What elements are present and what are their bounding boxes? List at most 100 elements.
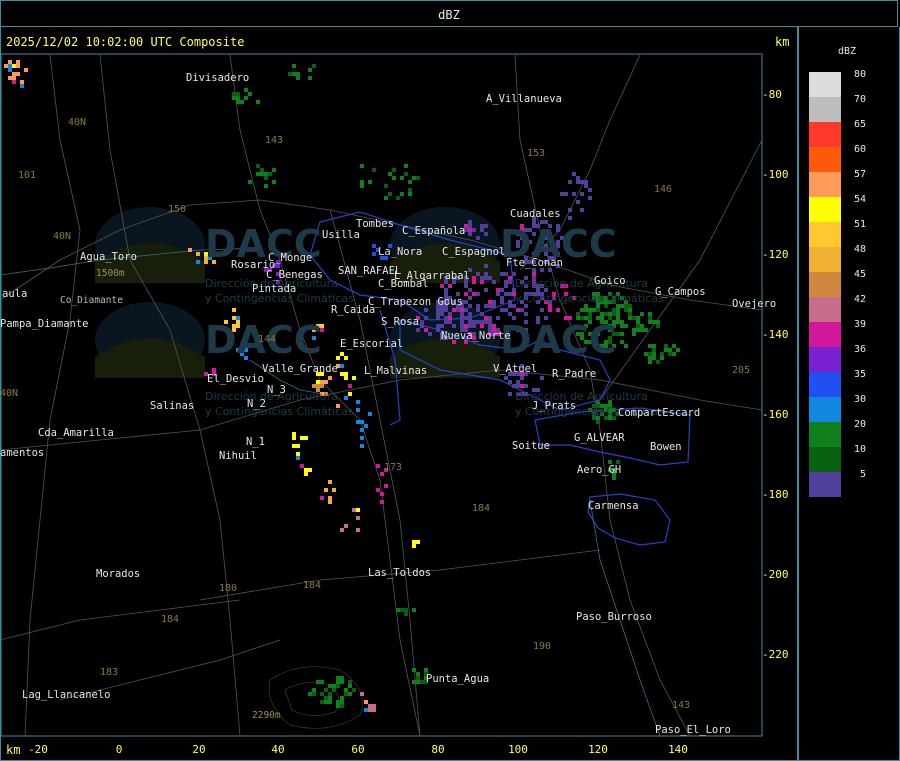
- legend-label: 35: [853, 369, 866, 380]
- echo-pixel: [508, 304, 512, 308]
- y-tick-label: -120: [762, 248, 789, 261]
- echo-pixel: [636, 328, 640, 332]
- echo-pixel: [648, 360, 652, 364]
- place-label: C_Bombal: [378, 278, 429, 290]
- legend-label: 54: [853, 194, 866, 205]
- echo-pixel: [612, 312, 616, 316]
- legend-label: 36: [853, 344, 866, 355]
- echo-pixel: [360, 164, 364, 168]
- echo-pixel: [472, 292, 476, 296]
- echo-pixel: [348, 692, 352, 696]
- echo-pixel: [328, 496, 332, 500]
- echo-pixel: [320, 384, 324, 388]
- echo-pixel: [488, 324, 492, 328]
- echo-pixel: [336, 700, 340, 704]
- place-label: Co_Diamante: [60, 295, 123, 306]
- echo-pixel: [8, 68, 12, 72]
- x-tick-label: 120: [588, 743, 608, 756]
- echo-pixel: [412, 544, 416, 548]
- radar-map[interactable]: [0, 0, 798, 761]
- legend-label: 60: [853, 144, 866, 155]
- echo-pixel: [628, 308, 632, 312]
- echo-pixel: [484, 224, 488, 228]
- echo-pixel: [484, 304, 488, 308]
- echo-pixel: [384, 484, 388, 488]
- place-label: Morados: [96, 568, 141, 580]
- echo-pixel: [608, 312, 612, 316]
- legend-label: 20: [853, 419, 866, 430]
- echo-pixel: [352, 376, 356, 380]
- echo-pixel: [652, 344, 656, 348]
- legend-swatch: [809, 97, 841, 122]
- echo-pixel: [416, 540, 420, 544]
- echo-pixel: [576, 176, 580, 180]
- echo-pixel: [500, 308, 504, 312]
- echo-pixel: [364, 424, 368, 428]
- place-label: C_Monge: [268, 252, 313, 264]
- echo-pixel: [436, 324, 440, 328]
- echo-pixel: [324, 380, 328, 384]
- echo-pixel: [336, 680, 340, 684]
- place-label: N_1: [246, 436, 265, 448]
- x-tick-label: 40: [271, 743, 285, 756]
- echo-pixel: [484, 272, 488, 276]
- place-label: Paso_Burroso: [576, 611, 652, 623]
- echo-pixel: [340, 528, 344, 532]
- echo-pixel: [356, 408, 360, 412]
- echo-pixel: [620, 332, 624, 336]
- echo-pixel: [292, 64, 296, 68]
- echo-pixel: [392, 168, 396, 172]
- echo-pixel: [400, 608, 404, 612]
- echo-pixel: [308, 76, 312, 80]
- echo-pixel: [416, 680, 420, 684]
- echo-pixel: [12, 72, 16, 76]
- echo-pixel: [308, 68, 312, 72]
- echo-pixel: [424, 316, 428, 320]
- echo-pixel: [408, 188, 412, 192]
- echo-pixel: [468, 220, 472, 224]
- echo-pixel: [424, 328, 428, 332]
- echo-pixel: [476, 292, 480, 296]
- echo-pixel: [260, 168, 264, 172]
- legend-label: 80: [853, 69, 866, 80]
- echo-pixel: [520, 376, 524, 380]
- echo-pixel: [488, 304, 492, 308]
- echo-pixel: [468, 316, 472, 320]
- echo-pixel: [356, 508, 360, 512]
- place-label: Fte_Conan: [506, 257, 563, 269]
- echo-pixel: [312, 692, 316, 696]
- echo-pixel: [488, 300, 492, 304]
- place-label: A_Villanueva: [486, 93, 562, 105]
- echo-pixel: [308, 468, 312, 472]
- echo-pixel: [480, 224, 484, 228]
- route-number: 143: [265, 135, 284, 146]
- echo-pixel: [484, 276, 488, 280]
- echo-pixel: [648, 312, 652, 316]
- place-label: Valle_Grande: [262, 363, 338, 375]
- echo-pixel: [324, 688, 328, 692]
- echo-pixel: [612, 308, 616, 312]
- echo-pixel: [480, 228, 484, 232]
- echo-pixel: [244, 96, 248, 100]
- echo-pixel: [484, 320, 488, 324]
- legend-swatch: [809, 122, 841, 147]
- elevation-label: 1500m: [96, 268, 125, 279]
- echo-pixel: [444, 316, 448, 320]
- echo-pixel: [652, 356, 656, 360]
- y-tick-label: -140: [762, 328, 789, 341]
- echo-pixel: [660, 352, 664, 356]
- echo-pixel: [388, 172, 392, 176]
- echo-pixel: [396, 608, 400, 612]
- echo-pixel: [8, 64, 12, 68]
- echo-pixel: [328, 692, 332, 696]
- place-label: Usilla: [322, 229, 360, 241]
- echo-pixel: [312, 688, 316, 692]
- echo-pixel: [476, 304, 480, 308]
- legend-swatch: [809, 172, 841, 197]
- echo-pixel: [372, 244, 376, 248]
- echo-pixel: [464, 284, 468, 288]
- echo-pixel: [636, 320, 640, 324]
- legend-label: 30: [853, 394, 866, 405]
- echo-pixel: [412, 540, 416, 544]
- echo-pixel: [588, 196, 592, 200]
